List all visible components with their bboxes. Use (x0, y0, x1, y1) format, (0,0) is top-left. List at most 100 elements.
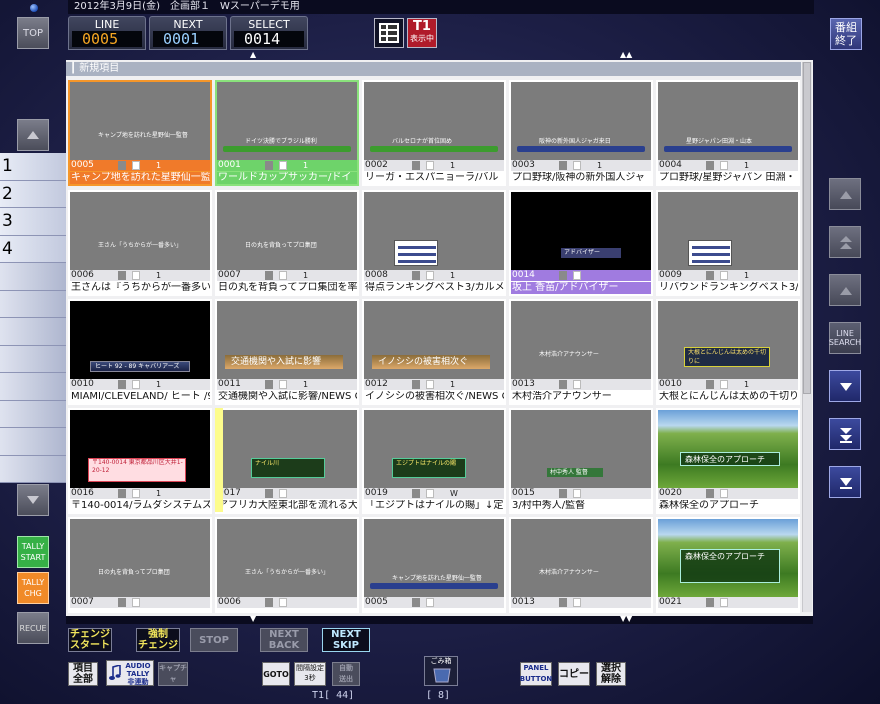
line-row[interactable]: 3 (0, 208, 66, 236)
end-program-button[interactable]: 番組 終了 (830, 18, 862, 50)
item-tile[interactable]: 村中秀人 監督 0015 3/村中秀人/監督 (509, 408, 653, 514)
item-id: 0011 (218, 379, 241, 389)
stop-button[interactable]: STOP (190, 628, 238, 652)
item-tile[interactable]: 木村浩介アナウンサー 0013 木村浩介アナウンサー (509, 299, 653, 405)
right-up-button[interactable] (829, 274, 861, 306)
item-count: 1 (156, 271, 162, 280)
line-number-list: 1234 (0, 153, 66, 483)
right-page-up-button[interactable] (829, 226, 861, 258)
forced-change-button[interactable]: 強制 チェンジ (136, 628, 180, 652)
recue-button[interactable]: RECUE (17, 612, 49, 644)
tally-box (412, 489, 420, 498)
line-row[interactable] (0, 455, 66, 483)
item-tile[interactable]: 大根とにんじんは太めの千切りに 0010 1 大根とにんじんは太めの千切り (656, 299, 800, 405)
change-start-button[interactable]: チェンジ スタート (68, 628, 112, 652)
preview-box (426, 161, 434, 170)
item-tile[interactable]: 日の丸を背負ってプロ集団 0007 (68, 517, 212, 613)
goto-button[interactable]: GOTO (262, 662, 290, 686)
item-tile[interactable]: 王さん「うちからが一番多い」 0006 1 王さんは『うちからが一番多い (68, 190, 212, 296)
tally-box (265, 489, 273, 498)
trash-box[interactable]: ごみ箱 (424, 656, 458, 686)
item-tile[interactable]: 森林保全のアプローチ 0021 (656, 517, 800, 613)
triangle-up-icon (840, 191, 852, 199)
item-thumbnail: エジプトはナイルの賜 (364, 410, 504, 488)
select-counter[interactable]: SELECT 0014 (230, 16, 308, 50)
next-back-button[interactable]: NEXT BACK (260, 628, 308, 652)
tally-box (706, 489, 714, 498)
item-tile[interactable]: 〒140-0014 東京都品川区大井1-20-12 0016 1 〒140-0014/… (68, 408, 212, 514)
capture-button[interactable]: キャプチャ (158, 662, 188, 686)
line-row[interactable] (0, 318, 66, 346)
preview-box (573, 271, 581, 280)
right-down-button[interactable] (829, 370, 861, 402)
thumbnail-caption: 木村浩介アナウンサー (539, 569, 599, 576)
item-tile[interactable]: ナイル川 0017 アフリカ大陸東北部を流れる大 (215, 408, 359, 514)
item-tile[interactable]: バルセロナが首位固め 0002 1 リーガ・エスパニョーラ/バル (362, 80, 506, 186)
line-row[interactable] (0, 290, 66, 318)
item-tile[interactable]: 星野ジャパン田淵・山本 0004 1 プロ野球/星野ジャパン 田淵・ (656, 80, 800, 186)
item-tile[interactable]: リバウンドランキングベスト30009 1 リバウンドランキングベスト3/ (656, 190, 800, 296)
item-tile[interactable]: キャンプ地を訪れた星野仙一監督 0005 1 キャンプ地を訪れた星野仙一監 (68, 80, 212, 186)
line-row[interactable]: 1 (0, 153, 66, 181)
item-caption: 「エジプトはナイルの賜」↓定 (365, 500, 504, 511)
line-row[interactable] (0, 345, 66, 373)
item-tile[interactable]: イノシシの被害相次ぐ 0012 1 イノシシの被害相次ぐ/NEWS CL (362, 299, 506, 405)
item-tile[interactable]: キャンプ地を訪れた星野仙一監督 0005 (362, 517, 506, 613)
right-top-button[interactable] (829, 178, 861, 210)
line-scroll-up-button[interactable] (17, 119, 49, 151)
all-items-button[interactable]: 項目 全部 (68, 662, 98, 686)
status-led (30, 4, 38, 12)
line-row[interactable]: 4 (0, 235, 66, 263)
deselect-button[interactable]: 選択 解除 (596, 662, 626, 686)
item-tile[interactable]: エジプトはナイルの賜 0019 W 「エジプトはナイルの賜」↓定 (362, 408, 506, 514)
grid-scroll-thumb[interactable] (803, 62, 811, 394)
scroll-page-up-mark[interactable]: ▲▲ (620, 50, 632, 59)
t1-display-button[interactable]: T1 表示中 (407, 18, 437, 48)
panel-button[interactable]: PANEL BUTTON (520, 662, 552, 686)
line-row[interactable] (0, 373, 66, 401)
line-row[interactable] (0, 400, 66, 428)
tally-chg-button[interactable]: TALLY CHG (17, 572, 49, 604)
thumbnail-caption: ドイツ決勝でブラジル勝利 (245, 138, 317, 145)
audio-tally-button[interactable]: AUDIO TALLY 非連動 (106, 660, 154, 686)
auto-feed-button[interactable]: 自動 送出 (332, 662, 360, 686)
line-counter[interactable]: LINE 0005 (68, 16, 146, 50)
item-caption: 王さんは『うちからが一番多い (71, 282, 210, 293)
line-search-button[interactable]: LINE SEARCH (829, 322, 861, 354)
right-page-down-button[interactable] (829, 418, 861, 450)
next-counter[interactable]: NEXT 0001 (149, 16, 227, 50)
ranking-board (688, 240, 732, 266)
layout-toggle-button[interactable] (374, 18, 404, 48)
tally-box (559, 489, 567, 498)
item-tile[interactable]: 阪神の新外国人ジャガ来日 0003 1 プロ野球/阪神の新外国人ジャ (509, 80, 653, 186)
ranking-line (692, 246, 730, 249)
line-row[interactable]: 2 (0, 180, 66, 208)
right-bottom-button[interactable] (829, 466, 861, 498)
interval-value: 3秒 (304, 674, 316, 682)
item-tile[interactable]: 森林保全のアプローチ 0020 森林保全のアプローチ (656, 408, 800, 514)
item-tile[interactable]: 交通機関や入試に影響 0011 1 交通機関や入試に影響/NEWS CL (215, 299, 359, 405)
next-skip-button[interactable]: NEXT SKIP (322, 628, 370, 652)
interval-setting[interactable]: 間隔設定 3秒 (294, 662, 326, 686)
line-row[interactable] (0, 428, 66, 456)
scroll-down-mark[interactable]: ▼ (250, 614, 256, 623)
tally-start-button[interactable]: TALLY START (17, 536, 49, 568)
scroll-up-mark[interactable]: ▲ (250, 50, 256, 59)
tally-box (265, 380, 273, 389)
item-thumbnail: キャンプ地を訪れた星野仙一監督 (364, 519, 504, 597)
item-tile[interactable]: 王さん「うちからが一番多い」 0006 (215, 517, 359, 613)
scroll-page-down-mark[interactable]: ▼▼ (620, 614, 632, 623)
line-scroll-down-button[interactable] (17, 484, 49, 516)
copy-button[interactable]: コピー (558, 662, 590, 686)
tally-box (559, 380, 567, 389)
item-tile[interactable]: 木村浩介アナウンサー 0013 (509, 517, 653, 613)
item-tile[interactable]: 日の丸を背負ってプロ集団 0007 1 日の丸を背負ってプロ集団を率 (215, 190, 359, 296)
thumbnail-band (223, 146, 351, 152)
item-tile[interactable]: ヒート 92 - 89 キャバリアーズ 0010 1 MIAMI/CLEVELAND/… (68, 299, 212, 405)
item-tile[interactable]: ドイツ決勝でブラジル勝利 0001 1 ワールドカップサッカー/ドイ (215, 80, 359, 186)
thumbnail-caption: 大根とにんじんは太めの千切りに (684, 347, 770, 367)
item-tile[interactable]: アドバイザー 0014 坂上 香苗/アドバイザー (509, 190, 653, 296)
line-row[interactable] (0, 263, 66, 291)
top-button[interactable]: TOP (17, 17, 49, 49)
item-tile[interactable]: 得点ランキングベスト30008 1 得点ランキングベスト3/カルメ (362, 190, 506, 296)
